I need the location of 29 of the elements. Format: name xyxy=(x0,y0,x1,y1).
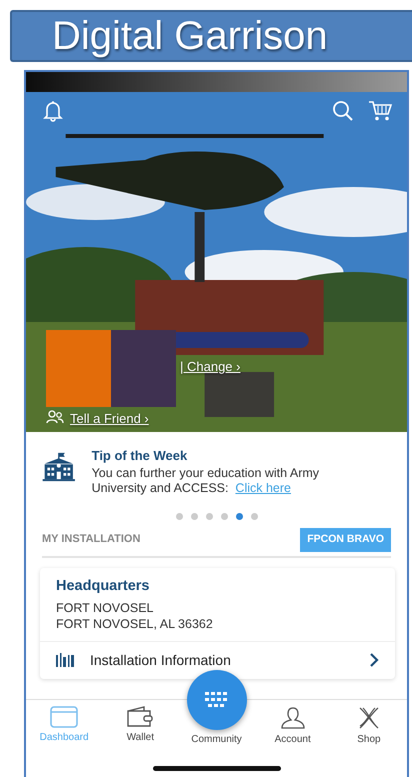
barcode-icon xyxy=(56,653,74,667)
page-dot[interactable] xyxy=(190,512,198,520)
search-icon[interactable] xyxy=(332,100,354,122)
cart-icon[interactable] xyxy=(368,100,392,122)
installation-name: Headquarters xyxy=(56,576,150,596)
people-icon xyxy=(46,410,64,424)
slide-title: Digital Garrison xyxy=(10,10,412,62)
fpcon-badge: FPCON BRAVO xyxy=(300,528,391,552)
grid-icon xyxy=(204,692,228,708)
chevron-icon xyxy=(370,653,379,667)
nav-tab[interactable]: Shop xyxy=(330,700,407,777)
tip-title: Tip of the Week xyxy=(92,447,188,465)
change-link[interactable]: | Change › xyxy=(180,357,240,376)
account-icon xyxy=(280,706,306,730)
page-dot[interactable] xyxy=(236,512,242,520)
page-dot[interactable] xyxy=(176,512,182,520)
wallet-icon xyxy=(126,706,154,728)
section-heading: MY INSTALLATION xyxy=(42,532,140,548)
nav-tab[interactable]: Account xyxy=(254,700,331,777)
nav-tab[interactable]: Wallet xyxy=(102,700,178,777)
tell-a-friend-link[interactable]: Tell a Friend › xyxy=(70,409,149,428)
page-dot[interactable] xyxy=(220,512,228,520)
page-dot[interactable] xyxy=(250,512,258,520)
dashboard-icon xyxy=(50,706,78,728)
notification-bell-icon[interactable] xyxy=(42,100,64,122)
page-dot[interactable] xyxy=(206,512,212,520)
address-line: FORT NOVOSEL, AL 36362 xyxy=(56,616,214,632)
address-line: FORT NOVOSEL xyxy=(56,601,154,617)
tip-text: You can further your education with Army University and ACCESS: Click here xyxy=(92,466,320,497)
